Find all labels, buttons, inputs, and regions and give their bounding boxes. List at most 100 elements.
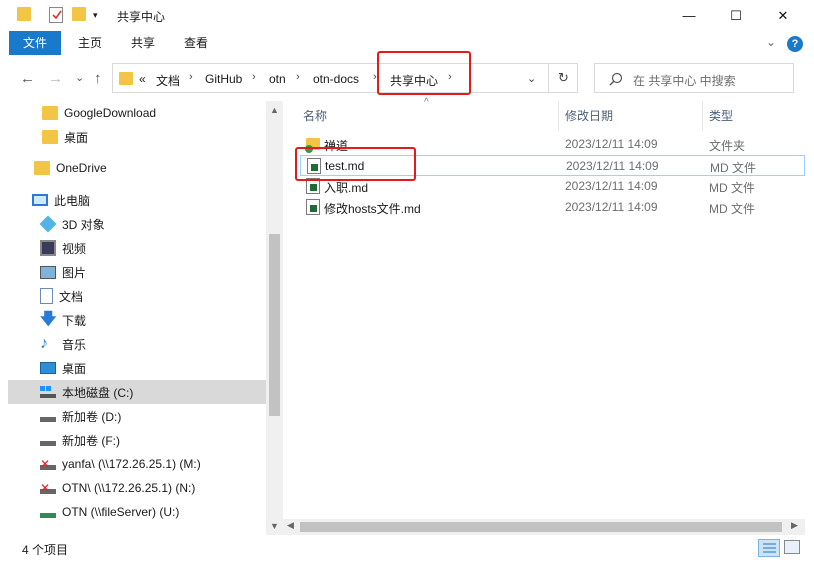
music-icon: ♪ — [40, 335, 48, 352]
file-type: MD 文件 — [709, 202, 755, 216]
folder-icon — [42, 130, 58, 144]
sidebar-item-label: 本地磁盘 (C:) — [62, 385, 134, 400]
sidebar-item-music[interactable]: ♪ 音乐 — [8, 332, 266, 356]
sidebar-item-googledownload[interactable]: GoogleDownload — [8, 101, 266, 125]
column-header-date[interactable]: 修改日期 — [565, 107, 613, 124]
tab-share[interactable]: 共享 — [117, 31, 169, 55]
sidebar-item-desktop-quick[interactable]: 桌面 — [8, 125, 266, 149]
sidebar-item-3d-objects[interactable]: 3D 对象 — [8, 212, 266, 236]
folder-icon — [34, 161, 50, 175]
filelist-horizontal-scrollbar[interactable]: ◀ ▶ — [283, 519, 805, 535]
help-button[interactable]: ? — [787, 36, 803, 52]
sidebar-item-label: 此电脑 — [54, 193, 91, 208]
breadcrumb-overflow[interactable]: « — [139, 72, 146, 86]
file-date: 2023/12/11 14:09 — [565, 200, 658, 214]
documents-icon — [40, 288, 53, 304]
tab-view[interactable]: 查看 — [170, 31, 222, 55]
annotation-highlight-file — [295, 147, 416, 181]
address-history-dropdown[interactable]: ⌄ — [527, 72, 536, 85]
sidebar-scroll-thumb[interactable] — [269, 234, 280, 416]
sidebar-item-drive-u[interactable]: OTN (\\fileServer) (U:) — [8, 500, 266, 524]
scroll-up-icon[interactable]: ▲ — [270, 105, 279, 115]
annotation-highlight-breadcrumb — [377, 51, 471, 95]
system-drive-icon — [40, 386, 56, 398]
horizontal-scroll-thumb[interactable] — [300, 522, 782, 532]
expand-ribbon-button[interactable]: ⌄ — [766, 35, 776, 49]
sidebar-item-label: 下载 — [62, 313, 87, 328]
sidebar-item-label: 视频 — [62, 241, 87, 256]
sidebar-item-drive-f[interactable]: 新加卷 (F:) — [8, 428, 266, 452]
breadcrumb-otn[interactable]: otn — [269, 72, 286, 86]
address-bar[interactable]: « 文档 › GitHub › otn › otn-docs › 共享中心 › … — [112, 63, 578, 93]
breadcrumb-separator[interactable]: › — [189, 71, 193, 83]
breadcrumb-separator[interactable]: › — [252, 71, 256, 83]
folder-icon — [17, 7, 31, 21]
video-icon — [40, 240, 56, 256]
large-icons-view-button[interactable] — [784, 540, 800, 554]
breadcrumb-github[interactable]: GitHub — [205, 72, 242, 86]
sidebar-item-onedrive[interactable]: OneDrive — [8, 156, 266, 180]
navigation-pane: GoogleDownload 桌面 OneDrive 此电脑 3D 对象 视频 … — [8, 101, 266, 535]
scroll-right-icon[interactable]: ▶ — [791, 520, 798, 531]
tab-file[interactable]: 文件 — [9, 31, 62, 55]
file-type: MD 文件 — [710, 161, 756, 175]
drive-icon — [40, 411, 56, 422]
breadcrumb-separator[interactable]: › — [296, 71, 300, 83]
sidebar-item-label: OTN\ (\\172.26.25.1) (N:) — [62, 481, 196, 495]
sidebar-item-label: 新加卷 (D:) — [62, 409, 122, 424]
network-drive-disconnected-icon: ✕ — [40, 482, 56, 494]
title-bar: ▾ 共享中心 — ☐ ✕ — [0, 0, 814, 31]
column-divider[interactable] — [702, 101, 703, 131]
customize-toolbar-icon[interactable]: ▾ — [93, 10, 98, 21]
tab-home[interactable]: 主页 — [64, 31, 116, 55]
forward-button[interactable]: → — [48, 70, 63, 87]
properties-icon[interactable] — [49, 7, 63, 23]
column-header-name[interactable]: 名称 — [303, 107, 327, 124]
drive-icon — [40, 435, 56, 446]
sidebar-item-drive-d[interactable]: 新加卷 (D:) — [8, 404, 266, 428]
sidebar-scrollbar[interactable]: ▲ ▼ — [266, 101, 283, 535]
maximize-button[interactable]: ☐ — [713, 0, 759, 31]
sidebar-item-label: 新加卷 (F:) — [62, 433, 120, 448]
breadcrumb-documents[interactable]: 文档 — [156, 72, 180, 89]
sidebar-item-label: 图片 — [62, 265, 87, 280]
close-button[interactable]: ✕ — [760, 0, 806, 31]
back-button[interactable]: ← — [20, 70, 35, 87]
column-divider[interactable] — [558, 101, 559, 131]
minimize-button[interactable]: — — [666, 0, 712, 31]
download-icon: 🡇 — [40, 311, 57, 328]
refresh-button[interactable]: ↻ — [548, 63, 578, 93]
sidebar-item-videos[interactable]: 视频 — [8, 236, 266, 260]
file-date: 2023/12/11 14:09 — [565, 137, 658, 151]
up-button[interactable]: ↑ — [94, 70, 102, 87]
scroll-down-icon[interactable]: ▼ — [270, 521, 279, 531]
search-input[interactable]: 在 共享中心 中搜索 — [594, 63, 794, 93]
sidebar-item-label: GoogleDownload — [64, 106, 157, 120]
folder-icon — [42, 106, 58, 120]
sidebar-item-desktop[interactable]: 桌面 — [8, 356, 266, 380]
scroll-left-icon[interactable]: ◀ — [287, 520, 294, 531]
breadcrumb-otn-docs[interactable]: otn-docs — [313, 72, 359, 86]
sidebar-item-label: 音乐 — [62, 337, 87, 352]
file-row[interactable]: 修改hosts文件.md 2023/12/11 14:09 MD 文件 — [300, 197, 805, 218]
file-type: 文件夹 — [709, 139, 746, 153]
sidebar-item-drive-c[interactable]: 本地磁盘 (C:) — [8, 380, 266, 404]
sidebar-item-label: OneDrive — [56, 161, 107, 175]
sidebar-item-pictures[interactable]: 图片 — [8, 260, 266, 284]
network-drive-disconnected-icon: ✕ — [40, 458, 56, 470]
sidebar-item-this-pc[interactable]: 此电脑 — [8, 188, 266, 212]
sidebar-item-drive-n[interactable]: ✕ OTN\ (\\172.26.25.1) (N:) — [8, 476, 266, 500]
column-header-type[interactable]: 类型 — [709, 107, 733, 124]
computer-icon — [32, 194, 48, 206]
recent-locations-button[interactable]: ⌄ — [75, 71, 84, 84]
file-name: 入职.md — [324, 181, 369, 195]
sidebar-item-downloads[interactable]: 🡇 下载 — [8, 308, 266, 332]
sidebar-item-drive-m[interactable]: ✕ yanfa\ (\\172.26.25.1) (M:) — [8, 452, 266, 476]
sidebar-item-documents[interactable]: 文档 — [8, 284, 266, 308]
search-icon — [609, 72, 623, 89]
sidebar-item-label: OTN (\\fileServer) (U:) — [62, 505, 180, 519]
file-date: 2023/12/11 14:09 — [566, 159, 659, 173]
details-view-button[interactable] — [758, 539, 780, 557]
new-folder-icon[interactable] — [72, 7, 86, 21]
file-type: MD 文件 — [709, 181, 755, 195]
